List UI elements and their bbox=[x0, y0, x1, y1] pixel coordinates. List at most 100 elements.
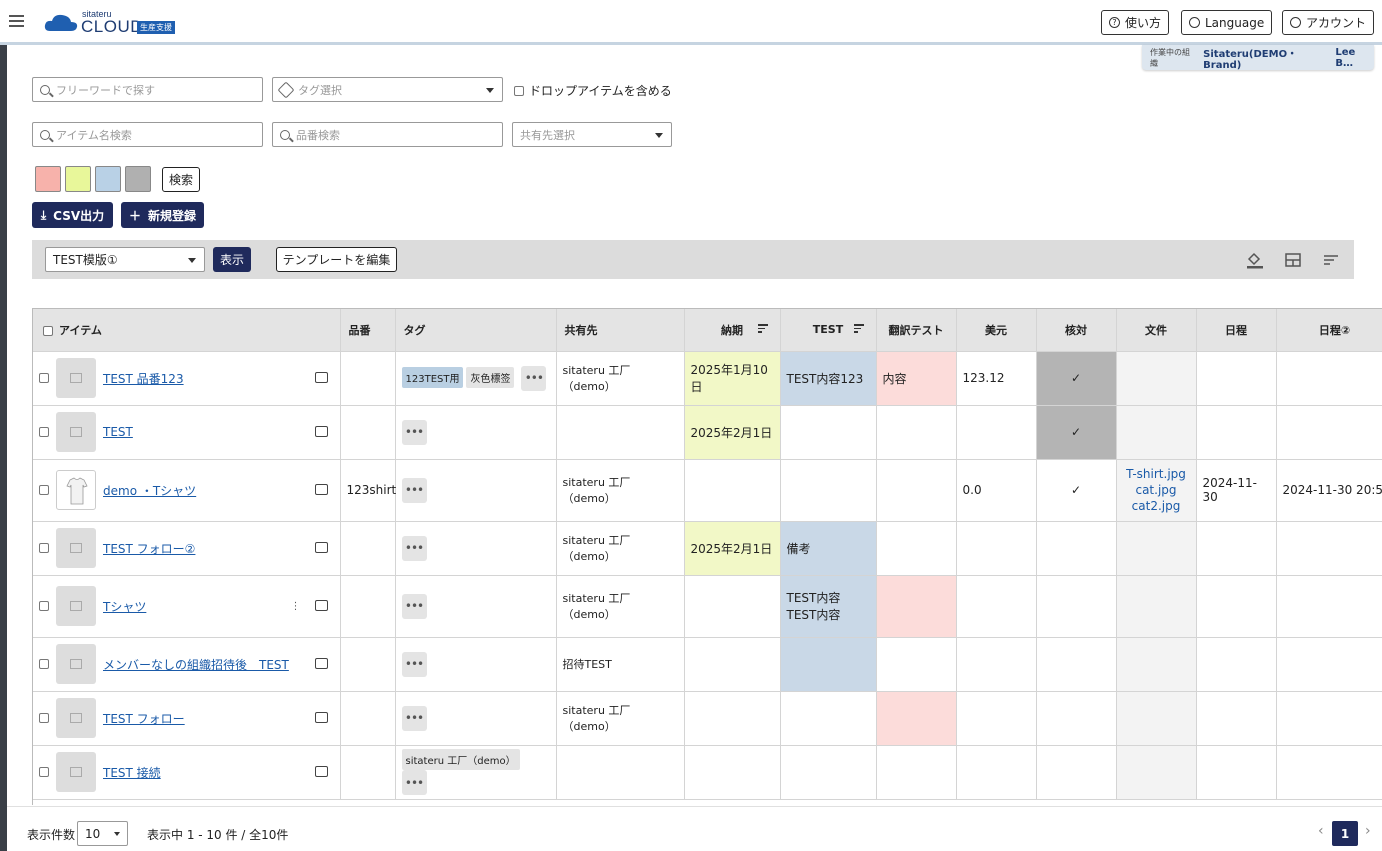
item-link[interactable]: Tシャツ bbox=[103, 598, 146, 615]
schedule-2-cell[interactable] bbox=[1276, 405, 1382, 460]
schedule-2-cell[interactable] bbox=[1276, 351, 1382, 406]
deadline-cell[interactable]: 2025年2月1日 bbox=[684, 405, 781, 460]
item-link[interactable]: TEST bbox=[103, 425, 133, 439]
deadline-cell[interactable] bbox=[684, 637, 781, 692]
language-button[interactable]: Language bbox=[1181, 10, 1273, 35]
comment-icon[interactable] bbox=[314, 658, 328, 669]
more-options-button[interactable]: ••• bbox=[401, 535, 427, 561]
table-row[interactable]: demo ・Tシャツ 123shirt ••• sitateru 工厂 （dem… bbox=[33, 459, 1382, 522]
no-image-thumbnail[interactable] bbox=[56, 644, 96, 684]
column-header-test[interactable]: TEST bbox=[780, 309, 877, 352]
check-cell[interactable]: ✓ bbox=[1036, 459, 1117, 522]
schedule-cell[interactable] bbox=[1196, 575, 1277, 638]
row-checkbox[interactable] bbox=[39, 543, 49, 553]
page-button-current[interactable]: 1 bbox=[1332, 821, 1358, 846]
usd-cell[interactable] bbox=[956, 691, 1037, 746]
sort-icon[interactable] bbox=[1322, 251, 1340, 269]
template-select[interactable]: TEST模版① bbox=[45, 247, 205, 272]
color-swatch-blue[interactable] bbox=[95, 166, 121, 192]
tag-chip[interactable]: sitateru 工厂（demo） bbox=[401, 749, 520, 770]
paint-bucket-icon[interactable] bbox=[1246, 251, 1264, 269]
translation-cell[interactable]: 内容 bbox=[876, 351, 957, 406]
schedule-cell[interactable] bbox=[1196, 351, 1277, 406]
schedule-cell[interactable] bbox=[1196, 637, 1277, 692]
color-swatch-yellow[interactable] bbox=[65, 166, 91, 192]
checkbox[interactable] bbox=[514, 85, 524, 96]
item-link[interactable]: demo ・Tシャツ bbox=[103, 482, 196, 499]
file-link[interactable]: cat2.jpg bbox=[1123, 498, 1190, 514]
comment-icon[interactable] bbox=[314, 372, 328, 383]
table-row[interactable]: メンバーなしの組織招待後 TEST ••• 招待TEST bbox=[33, 637, 1382, 692]
schedule-cell[interactable] bbox=[1196, 691, 1277, 746]
comment-icon[interactable] bbox=[314, 484, 328, 495]
more-options-button[interactable]: ••• bbox=[401, 593, 427, 619]
no-image-thumbnail[interactable] bbox=[56, 358, 96, 398]
usd-cell[interactable]: 123.12 bbox=[956, 351, 1037, 406]
row-checkbox[interactable] bbox=[39, 485, 49, 495]
usd-cell[interactable] bbox=[956, 637, 1037, 692]
tshirt-thumbnail[interactable] bbox=[56, 470, 96, 510]
file-link[interactable]: cat.jpg bbox=[1123, 482, 1190, 498]
translation-cell[interactable] bbox=[876, 521, 957, 576]
tag-chip[interactable]: 123TEST用 bbox=[401, 367, 464, 388]
schedule-cell[interactable]: 2024-11-30 bbox=[1196, 459, 1277, 522]
usd-cell[interactable] bbox=[956, 745, 1037, 800]
sort-icon[interactable] bbox=[757, 324, 768, 333]
sitateru-cloud-logo[interactable]: sitateru CLOUD 生産支援 bbox=[44, 9, 184, 36]
usd-cell[interactable] bbox=[956, 405, 1037, 460]
deadline-cell[interactable]: 2025年2月1日 bbox=[684, 521, 781, 576]
item-link[interactable]: TEST フォロー② bbox=[103, 540, 195, 557]
more-options-button[interactable]: ••• bbox=[521, 365, 547, 391]
column-header-part-no[interactable]: 品番 bbox=[340, 309, 396, 352]
usd-cell[interactable] bbox=[956, 575, 1037, 638]
account-button[interactable]: アカウント bbox=[1282, 10, 1375, 35]
search-button[interactable]: 検索 bbox=[162, 167, 200, 192]
test-cell[interactable]: 備考 bbox=[780, 521, 877, 576]
item-link[interactable]: メンバーなしの組織招待後 TEST bbox=[103, 656, 289, 673]
color-swatch-gray[interactable] bbox=[125, 166, 151, 192]
column-header-tags[interactable]: タグ bbox=[395, 309, 557, 352]
test-cell[interactable]: TEST内容 TEST内容 bbox=[780, 575, 877, 638]
schedule-cell[interactable] bbox=[1196, 405, 1277, 460]
more-options-button[interactable]: ••• bbox=[401, 651, 427, 677]
row-checkbox[interactable] bbox=[39, 659, 49, 669]
column-header-check[interactable]: 核対 bbox=[1036, 309, 1117, 352]
schedule-2-cell[interactable]: 2024-11-30 20:51:00 bbox=[1276, 459, 1382, 522]
column-header-schedule-2[interactable]: 日程② bbox=[1276, 309, 1382, 352]
table-row[interactable]: TEST フォロー② ••• sitateru 工厂 （demo） 2025年2… bbox=[33, 521, 1382, 576]
schedule-2-cell[interactable] bbox=[1276, 691, 1382, 746]
column-header-translation[interactable]: 翻訳テスト bbox=[876, 309, 957, 352]
files-cell[interactable] bbox=[1116, 521, 1197, 576]
item-link[interactable]: TEST 品番123 bbox=[103, 370, 184, 387]
edit-template-button[interactable]: テンプレートを編集 bbox=[276, 247, 397, 272]
schedule-cell[interactable] bbox=[1196, 745, 1277, 800]
per-page-select[interactable]: 10 bbox=[77, 821, 128, 846]
file-link[interactable]: T-shirt.jpg bbox=[1123, 466, 1190, 482]
usd-cell[interactable]: 0.0 bbox=[956, 459, 1037, 522]
files-cell[interactable] bbox=[1116, 575, 1197, 638]
translation-cell[interactable] bbox=[876, 691, 957, 746]
translation-cell[interactable] bbox=[876, 459, 957, 522]
row-checkbox[interactable] bbox=[39, 601, 49, 611]
schedule-2-cell[interactable] bbox=[1276, 521, 1382, 576]
vertical-dots-icon[interactable]: ⋮ bbox=[291, 601, 301, 612]
schedule-cell[interactable] bbox=[1196, 521, 1277, 576]
files-cell[interactable] bbox=[1116, 405, 1197, 460]
item-link[interactable]: TEST 接続 bbox=[103, 764, 161, 781]
check-cell[interactable]: ✓ bbox=[1036, 351, 1117, 406]
row-checkbox[interactable] bbox=[39, 373, 49, 383]
part-number-search-input[interactable]: 品番検索 bbox=[272, 122, 503, 147]
comment-icon[interactable] bbox=[314, 426, 328, 437]
select-all-checkbox[interactable] bbox=[43, 325, 53, 336]
files-cell[interactable] bbox=[1116, 691, 1197, 746]
no-image-thumbnail[interactable] bbox=[56, 412, 96, 452]
translation-cell[interactable] bbox=[876, 405, 957, 460]
files-cell[interactable] bbox=[1116, 637, 1197, 692]
deadline-cell[interactable]: 2025年1月10日 bbox=[684, 351, 781, 406]
tag-select[interactable]: タグ選択 bbox=[272, 77, 503, 102]
table-row[interactable]: TEST ••• 2025年2月1日 ✓ bbox=[33, 405, 1382, 460]
csv-export-button[interactable]: ⤓ CSV出力 bbox=[32, 202, 113, 228]
table-row[interactable]: TEST フォロー ••• sitateru 工厂 （demo） bbox=[33, 691, 1382, 746]
column-header-usd[interactable]: 美元 bbox=[956, 309, 1037, 352]
row-checkbox[interactable] bbox=[39, 713, 49, 723]
